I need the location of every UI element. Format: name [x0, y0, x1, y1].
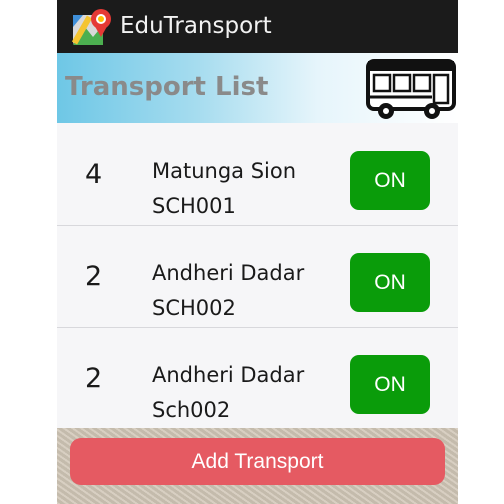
transport-list: 4 Matunga Sion SCH001 ON 2 Andheri Dadar… [57, 123, 458, 428]
list-item[interactable]: 2 Andheri Dadar Sch002 ON [57, 327, 458, 428]
route-name: Andheri Dadar [152, 363, 305, 387]
add-transport-button[interactable]: Add Transport [70, 438, 445, 485]
school-code: SCH002 [152, 296, 236, 320]
action-bar: EduTransport [57, 0, 458, 53]
list-item[interactable]: 4 Matunga Sion SCH001 ON [57, 123, 458, 226]
app-screen: EduTransport Transport List 4 Matunga Si… [57, 0, 458, 504]
school-code: Sch002 [152, 398, 231, 422]
status-toggle-button[interactable]: ON [350, 253, 430, 312]
school-code: SCH001 [152, 194, 236, 218]
status-toggle-button[interactable]: ON [350, 355, 430, 414]
student-count: 2 [85, 363, 103, 394]
page-header: Transport List [57, 53, 458, 123]
student-count: 2 [85, 261, 103, 292]
bus-icon [366, 59, 456, 119]
page-title: Transport List [65, 72, 269, 102]
footer-bar: Add Transport [57, 428, 458, 504]
route-name: Andheri Dadar [152, 261, 305, 285]
list-item[interactable]: 2 Andheri Dadar SCH002 ON [57, 225, 458, 328]
map-pin-icon [71, 9, 111, 45]
route-name: Matunga Sion [152, 159, 297, 183]
status-toggle-button[interactable]: ON [350, 151, 430, 210]
student-count: 4 [85, 159, 103, 190]
app-title: EduTransport [120, 13, 272, 39]
